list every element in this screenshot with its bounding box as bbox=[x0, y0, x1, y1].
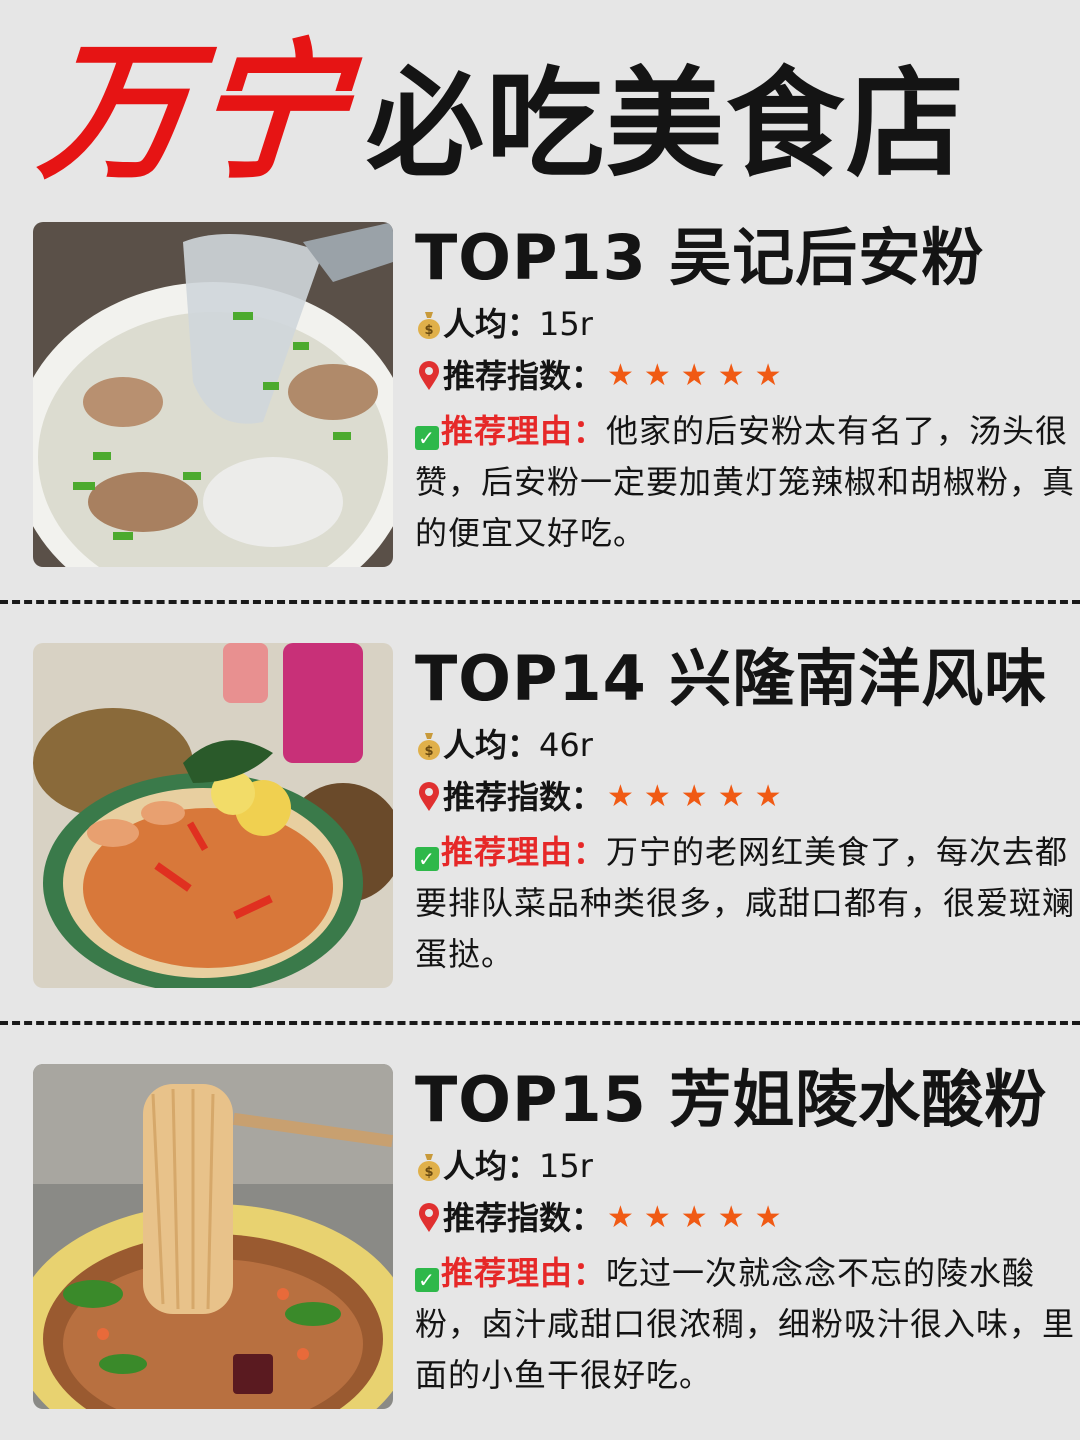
section-divider bbox=[0, 600, 1080, 604]
rating-label: 推荐指数： bbox=[443, 357, 604, 395]
shop-title: TOP15 芳姐陵水酸粉 bbox=[415, 1063, 1048, 1136]
shop-photo-rice-noodle-soup bbox=[33, 222, 393, 567]
svg-text:$: $ bbox=[424, 1165, 433, 1180]
rating-label: 推荐指数： bbox=[443, 1199, 604, 1237]
reason-block: ✓ 推荐理由：吃过一次就念念不忘的陵水酸粉，卤汁咸甜口很浓稠，细粉吸汁很入味，里面… bbox=[415, 1248, 1075, 1401]
money-bag-icon: $ bbox=[418, 312, 440, 339]
rating-row: 推荐指数： ★★★★★ bbox=[415, 775, 1075, 819]
shop-photo-sour-noodles bbox=[33, 1064, 393, 1409]
money-bag-icon: $ bbox=[418, 733, 440, 760]
svg-text:$: $ bbox=[424, 744, 433, 759]
price-value: 15r bbox=[539, 1147, 593, 1185]
rating-stars: ★★★★★ bbox=[607, 1200, 792, 1235]
shop-card-top14: TOP14 兴隆南洋风味 $ 人均： 46r 推荐指数： ★★★★★ ✓ 推荐理由… bbox=[0, 643, 1080, 1003]
shop-info: TOP14 兴隆南洋风味 $ 人均： 46r 推荐指数： ★★★★★ ✓ 推荐理由… bbox=[415, 643, 1075, 980]
rating-row: 推荐指数： ★★★★★ bbox=[415, 1196, 1075, 1240]
reason-label: 推荐理由： bbox=[441, 1254, 607, 1292]
shop-card-top15: TOP15 芳姐陵水酸粉 $ 人均： 15r 推荐指数： ★★★★★ ✓ 推荐理由… bbox=[0, 1064, 1080, 1424]
reason-block: ✓ 推荐理由：万宁的老网红美食了，每次去都要排队菜品种类很多，咸甜口都有，很爱斑斓… bbox=[415, 827, 1075, 980]
price-row: $ 人均： 15r bbox=[415, 302, 1075, 346]
reason-block: ✓ 推荐理由：他家的后安粉太有名了，汤头很赞，后安粉一定要加黄灯笼辣椒和胡椒粉，真… bbox=[415, 406, 1075, 559]
reason-label: 推荐理由： bbox=[441, 833, 607, 871]
check-icon: ✓ bbox=[415, 1268, 439, 1292]
check-icon: ✓ bbox=[415, 426, 439, 450]
svg-text:$: $ bbox=[424, 323, 433, 338]
shop-card-top13: TOP13 吴记后安粉 $ 人均： 15r 推荐指数： ★★★★★ ✓ 推荐理由：… bbox=[0, 222, 1080, 582]
price-label: 人均： bbox=[443, 726, 540, 764]
title-city: 万宁 bbox=[33, 26, 355, 200]
shop-title: TOP13 吴记后安粉 bbox=[415, 221, 985, 294]
shop-title: TOP14 兴隆南洋风味 bbox=[415, 642, 1048, 715]
price-row: $ 人均： 46r bbox=[415, 723, 1075, 767]
rating-row: 推荐指数： ★★★★★ bbox=[415, 354, 1075, 398]
location-pin-icon bbox=[419, 361, 439, 390]
page-title: 万宁 必吃美食店 bbox=[34, 18, 1050, 208]
money-bag-icon: $ bbox=[418, 1154, 440, 1181]
rating-label: 推荐指数： bbox=[443, 778, 604, 816]
rating-stars: ★★★★★ bbox=[607, 358, 792, 393]
rating-stars: ★★★★★ bbox=[607, 779, 792, 814]
price-label: 人均： bbox=[443, 1147, 540, 1185]
section-divider bbox=[0, 1021, 1080, 1025]
price-label: 人均： bbox=[443, 305, 540, 343]
price-value: 46r bbox=[539, 726, 593, 764]
price-value: 15r bbox=[539, 305, 593, 343]
location-pin-icon bbox=[419, 1203, 439, 1232]
location-pin-icon bbox=[419, 782, 439, 811]
check-icon: ✓ bbox=[415, 847, 439, 871]
price-row: $ 人均： 15r bbox=[415, 1144, 1075, 1188]
reason-label: 推荐理由： bbox=[441, 412, 607, 450]
shop-info: TOP13 吴记后安粉 $ 人均： 15r 推荐指数： ★★★★★ ✓ 推荐理由：… bbox=[415, 222, 1075, 559]
title-subject: 必吃美食店 bbox=[366, 55, 967, 193]
shop-photo-nanyang-dishes bbox=[33, 643, 393, 988]
shop-info: TOP15 芳姐陵水酸粉 $ 人均： 15r 推荐指数： ★★★★★ ✓ 推荐理由… bbox=[415, 1064, 1075, 1401]
